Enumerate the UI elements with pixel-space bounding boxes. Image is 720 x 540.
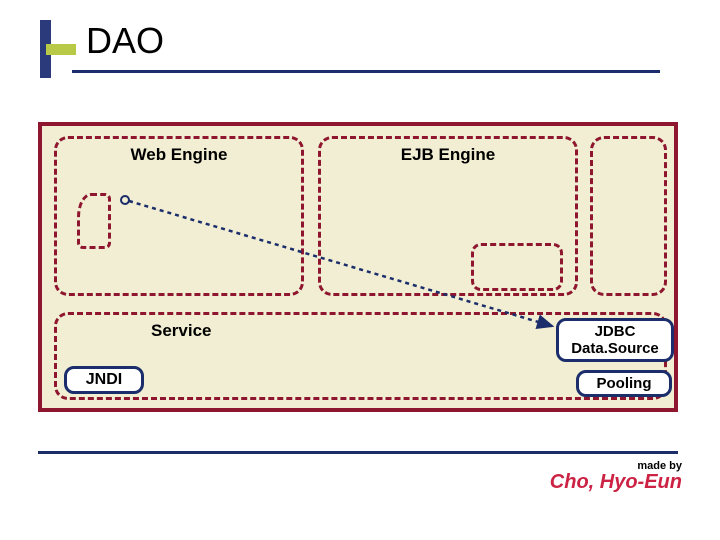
jndi-pill: JNDI	[64, 366, 144, 394]
service-label: Service	[151, 321, 212, 341]
jdbc-label-line2: Data.Source	[571, 340, 659, 357]
jdbc-datasource-pill: JDBC Data.Source	[556, 318, 674, 362]
jndi-label: JNDI	[86, 371, 122, 389]
bottom-divider	[38, 451, 678, 454]
jdbc-label-line1: JDBC	[595, 323, 636, 340]
architecture-panel: Web Engine EJB Engine Service JNDI JDBC …	[38, 122, 678, 412]
slide-title-bar: DAO	[40, 14, 660, 74]
signature-author: Cho, Hyo-Eun	[550, 472, 682, 492]
title-underline	[72, 70, 660, 73]
pooling-label: Pooling	[597, 375, 652, 392]
ejb-engine-box: EJB Engine	[318, 136, 578, 296]
title-decoration-icon	[40, 20, 70, 78]
slide-title: DAO	[86, 20, 164, 62]
web-engine-label: Web Engine	[57, 145, 301, 165]
signature-block: made by Cho, Hyo-Eun	[550, 460, 682, 492]
ejb-engine-label: EJB Engine	[321, 145, 575, 165]
web-engine-inner-shape	[77, 193, 111, 249]
web-engine-box: Web Engine	[54, 136, 304, 296]
right-engine-box	[590, 136, 667, 296]
pooling-pill: Pooling	[576, 370, 672, 397]
ejb-inner-box	[471, 243, 563, 291]
